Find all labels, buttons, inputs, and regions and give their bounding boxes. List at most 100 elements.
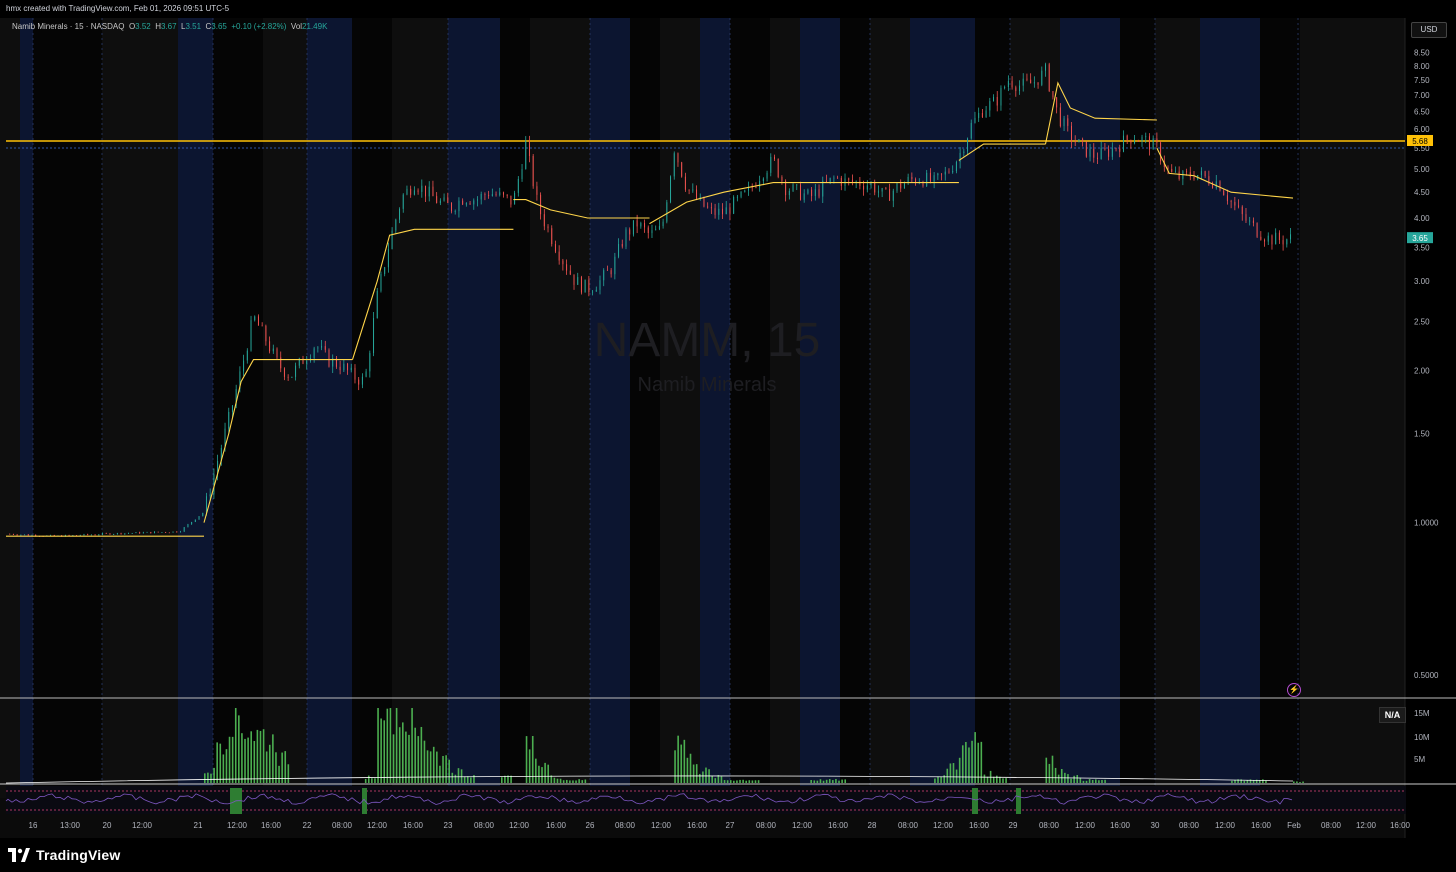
x-tick-label: 26 (586, 821, 595, 830)
volume-bar (228, 736, 231, 783)
candle-body (807, 189, 809, 194)
price-chart[interactable]: NAMM, 15 Namib Minerals 8.50 8.00 7.50 7.00 6.… (0, 18, 1456, 839)
candle-body (1019, 85, 1021, 92)
volume-bar (367, 775, 370, 783)
volume-bar (825, 779, 828, 783)
volume-bar (996, 775, 998, 783)
candle-body (881, 188, 883, 192)
candle-body (825, 180, 827, 182)
candle-body (788, 190, 790, 196)
candle-body (911, 176, 913, 180)
candle-body (391, 230, 393, 250)
candle-body (168, 532, 170, 534)
candle-body (718, 208, 720, 215)
candle-body (12, 534, 14, 535)
volume-tick-label: 10M (1414, 733, 1430, 742)
volume-bar (940, 776, 942, 783)
candle-body (525, 141, 527, 170)
candle-body (272, 348, 274, 352)
legend-low: 3.51 (185, 22, 202, 31)
y-tick-label: 6.00 (1414, 125, 1430, 134)
volume-bar (528, 749, 531, 783)
volume-bar (389, 708, 392, 783)
candle-body (736, 196, 738, 198)
candle-body (1215, 181, 1217, 188)
candle-body (1074, 141, 1076, 143)
volume-bar (841, 779, 843, 783)
candle-body (1245, 214, 1247, 221)
x-tick-label: 12:00 (1215, 821, 1236, 830)
volume-bar (377, 708, 379, 783)
candle-body (465, 203, 467, 205)
candle-body (1238, 205, 1240, 207)
session-bands (0, 18, 1405, 798)
volume-bar (1296, 781, 1298, 783)
session-band (975, 18, 1010, 798)
candle-body (1022, 78, 1024, 86)
volume-bar (720, 776, 723, 783)
session-band (800, 18, 840, 798)
currency-button[interactable]: USD (1411, 22, 1447, 38)
session-band (1060, 18, 1120, 798)
candle-body (558, 251, 560, 261)
candle-body (684, 176, 686, 190)
candle-body (595, 289, 597, 292)
candle-body (20, 534, 22, 536)
volume-bar (934, 778, 936, 783)
volume-bar (247, 737, 249, 783)
x-tick-label: 20 (103, 821, 112, 830)
volume-bar (451, 772, 454, 783)
candle-body (484, 193, 486, 195)
volume-bar (559, 778, 562, 783)
volume-bar (692, 764, 695, 783)
legend-high: 3.67 (160, 22, 177, 31)
candle-body (280, 357, 282, 369)
volume-bar (1054, 767, 1057, 783)
candle-body (499, 192, 501, 196)
candle-body (365, 371, 367, 377)
chart-frame[interactable]: NAMM, 15 Namib Minerals 8.50 8.00 7.50 7.00 6.… (0, 18, 1456, 839)
candle-body (491, 194, 493, 196)
candle-body (885, 188, 887, 189)
x-tick-label: 08:00 (474, 821, 495, 830)
volume-bar (234, 708, 237, 783)
candle-body (343, 363, 345, 371)
candle-body (1267, 235, 1269, 242)
candle-body (703, 196, 705, 207)
x-tick-label: 21 (194, 821, 203, 830)
volume-bar (553, 777, 556, 783)
volume-bar (225, 749, 228, 783)
candle-body (1078, 139, 1080, 143)
volume-bar (417, 736, 420, 783)
candle-body (31, 534, 33, 536)
tradingview-logo[interactable]: TradingView (8, 846, 120, 864)
candle-body (1178, 171, 1180, 179)
oscillator-highlight (1016, 788, 1021, 814)
volume-bar (726, 780, 729, 783)
candle-body (521, 169, 523, 179)
volume-bar (736, 780, 738, 783)
candle-body (172, 531, 174, 533)
candle-body (128, 533, 130, 534)
volume-bar (501, 777, 503, 783)
volume-bar (1057, 774, 1060, 783)
lightning-icon[interactable]: ⚡ (1287, 683, 1301, 697)
x-tick-label: 16:00 (969, 821, 990, 830)
candle-body (191, 521, 193, 525)
candle-body (532, 156, 534, 187)
candle-body (1234, 201, 1236, 206)
candle-body (1115, 148, 1117, 149)
volume-bar (210, 773, 212, 783)
candle-body (488, 194, 490, 196)
candle-body (476, 199, 478, 201)
volume-bar (1104, 779, 1106, 783)
legend-change: +0.10 (+2.82%) (231, 22, 287, 31)
volume-bar (835, 778, 837, 783)
candle-body (150, 531, 152, 534)
session-band (213, 18, 263, 798)
y-tick-label: 2.00 (1414, 366, 1430, 375)
candle-body (350, 367, 352, 371)
ohlc-legend: Namib Minerals · 15 · NASDAQ O3.52 H3.67… (12, 22, 327, 31)
candle-body (387, 249, 389, 268)
volume-bar (686, 757, 689, 783)
